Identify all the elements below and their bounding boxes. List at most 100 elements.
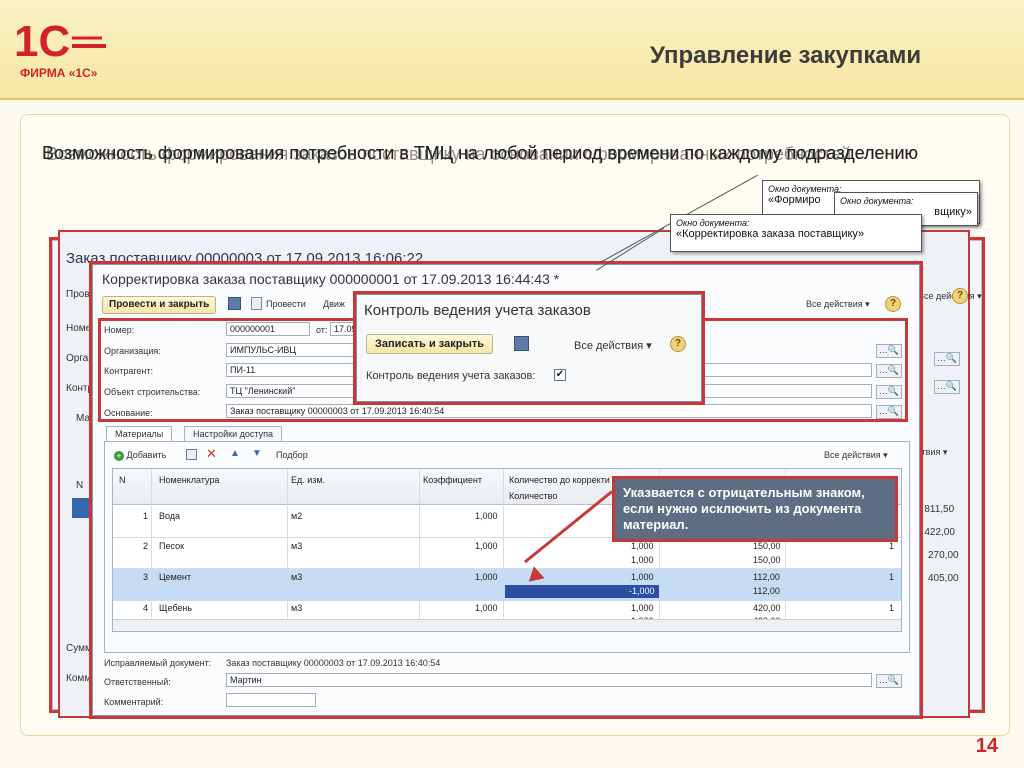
row3-price-a: 112,00 xyxy=(753,572,780,582)
move-down-icon[interactable]: ▼ xyxy=(252,448,262,459)
post-icon xyxy=(251,297,262,310)
slide-title: Управление закупками xyxy=(650,42,922,69)
basis-select-icon[interactable]: …🔍 xyxy=(876,405,902,419)
back-all-actions-top[interactable]: Все действия ▾ xyxy=(918,291,982,302)
comment-label: Комментарий: xyxy=(104,697,164,707)
back-selected-row xyxy=(72,498,94,518)
pick-button[interactable]: Подбор xyxy=(276,450,308,460)
contractor-label: Контрагент: xyxy=(104,366,154,376)
copy-icon[interactable] xyxy=(186,449,197,460)
logo-text: ФИРМА «1С» xyxy=(20,66,98,80)
responsible-field[interactable]: Мартин xyxy=(226,673,872,687)
row3-coef: 1,000 xyxy=(475,572,498,582)
date-field[interactable]: 17.09 xyxy=(330,322,356,336)
1c-logo-icon: 1С xyxy=(14,17,106,64)
add-label: Добавить xyxy=(126,450,167,460)
row1-coef: 1,000 xyxy=(475,511,498,521)
dialog-all-actions-menu[interactable]: Все действия ▾ xyxy=(574,339,652,352)
basis-field[interactable]: Заказ поставщику 00000003 от 17.09.2013 … xyxy=(226,404,872,418)
grid-all-actions-menu[interactable]: Все действия ▾ xyxy=(824,450,888,461)
back-field-org: Орган xyxy=(66,353,94,364)
headline-overlap-text: Возможность формирования заказов поставщ… xyxy=(46,144,852,164)
correction-window-title: Корректировка заказа поставщику 00000000… xyxy=(102,271,560,287)
row2-n: 2 xyxy=(143,541,149,551)
responsible-select-icon[interactable]: …🔍 xyxy=(876,674,902,688)
back-value-1: 3 811,50 xyxy=(916,504,955,515)
page-number: 14 xyxy=(975,735,998,757)
plus-icon: + xyxy=(114,450,124,461)
dialog-save-icon[interactable] xyxy=(514,336,529,351)
row2-tail: 1 xyxy=(889,541,895,551)
col-item[interactable]: Номенклатура xyxy=(159,475,219,485)
control-dialog-title: Контроль ведения учета заказов xyxy=(364,302,591,319)
row2-item[interactable]: Песок xyxy=(159,541,184,551)
row1-item[interactable]: Вода xyxy=(159,511,180,521)
row3-item[interactable]: Цемент xyxy=(159,572,191,582)
col-qty-before[interactable]: Количество до корректи xyxy=(509,475,610,485)
row4-qty-before: 1,000 xyxy=(631,603,654,613)
back-value-4: 405,00 xyxy=(928,573,959,584)
note3-value: «Корректировка заказа поставщику» xyxy=(676,228,865,240)
row4-price-a: 420,00 xyxy=(753,603,781,613)
back-value-3: 270,00 xyxy=(928,550,959,561)
movements-button[interactable]: Движ xyxy=(323,299,345,309)
number-field[interactable]: 000000001 xyxy=(226,322,310,336)
col-qty[interactable]: Количество xyxy=(509,491,557,501)
back-value-2: 1 422,00 xyxy=(916,527,955,538)
back-col-n: N xyxy=(76,480,84,491)
corrected-doc-label: Исправляемый документ: xyxy=(104,658,212,668)
back-contractor-select-icon[interactable]: …🔍 xyxy=(934,380,960,394)
delete-icon[interactable]: ✕ xyxy=(206,446,217,462)
move-up-icon[interactable]: ▲ xyxy=(230,448,240,459)
row4-tail: 1 xyxy=(889,603,895,613)
row2-qty-before: 1,000 xyxy=(631,541,654,551)
row3-unit: м3 xyxy=(291,572,303,582)
note3-title: Окно документа: xyxy=(676,218,750,228)
col-n[interactable]: N xyxy=(119,475,126,485)
row4-coef: 1,000 xyxy=(475,603,498,613)
tab-access-settings[interactable]: Настройки доступа xyxy=(184,426,282,442)
help-icon[interactable]: ? xyxy=(885,296,901,312)
post-and-close-button[interactable]: Провести и закрыть xyxy=(102,296,217,314)
back-org-select-icon[interactable]: …🔍 xyxy=(934,352,960,366)
back-field-comment: Комм xyxy=(66,673,92,684)
row4-unit: м3 xyxy=(291,603,303,613)
add-row-button[interactable]: + Добавить xyxy=(114,450,166,461)
row3-qty[interactable]: -1,000 xyxy=(629,586,655,596)
object-select-icon[interactable]: …🔍 xyxy=(876,385,902,399)
row3-qty-before: 1,000 xyxy=(631,572,654,582)
note2-title: Окно документа: xyxy=(840,196,914,206)
dialog-help-icon[interactable]: ? xyxy=(670,336,686,352)
row3-n: 3 xyxy=(143,572,149,582)
svg-text:1С: 1С xyxy=(14,17,70,64)
back-field-contractor: Контр xyxy=(66,383,94,394)
row3-tail: 1 xyxy=(889,572,895,582)
org-field[interactable]: ИМПУЛЬС-ИВЦ xyxy=(226,343,356,357)
save-and-close-button[interactable]: Записать и закрыть xyxy=(366,334,494,354)
save-icon[interactable] xyxy=(228,297,241,310)
row3-price-b: 112,00 xyxy=(753,586,780,596)
row4-n: 4 xyxy=(143,603,149,613)
all-actions-menu[interactable]: Все действия ▾ xyxy=(806,299,870,310)
note-window-3: Окно документа: «Корректировка заказа по… xyxy=(670,214,922,252)
col-unit[interactable]: Ед. изм. xyxy=(291,475,325,485)
back-help-icon[interactable]: ? xyxy=(952,288,968,304)
tab-materials[interactable]: Материалы xyxy=(106,426,173,442)
org-label: Организация: xyxy=(104,346,161,356)
corrected-doc-link[interactable]: Заказ поставщику 00000003 от 17.09.2013 … xyxy=(226,658,440,668)
control-checkbox[interactable]: ✔ xyxy=(554,369,566,381)
responsible-label: Ответственный: xyxy=(104,677,171,687)
row2-price-a: 150,00 xyxy=(753,541,781,551)
post-button[interactable]: Провести xyxy=(266,299,306,309)
col-coef[interactable]: Коэффициент xyxy=(423,475,482,485)
basis-label: Основание: xyxy=(104,408,153,418)
contractor-select-icon[interactable]: …🔍 xyxy=(876,364,902,378)
row2-qty[interactable]: 1,000 xyxy=(631,555,654,565)
row1-n: 1 xyxy=(143,511,149,521)
org-select-icon[interactable]: …🔍 xyxy=(876,344,902,358)
comment-field[interactable] xyxy=(226,693,316,707)
row2-price-b: 150,00 xyxy=(753,555,781,565)
horizontal-scrollbar[interactable] xyxy=(113,619,901,631)
back-field-post: Пров xyxy=(66,289,90,300)
row4-item[interactable]: Щебень xyxy=(159,603,192,613)
